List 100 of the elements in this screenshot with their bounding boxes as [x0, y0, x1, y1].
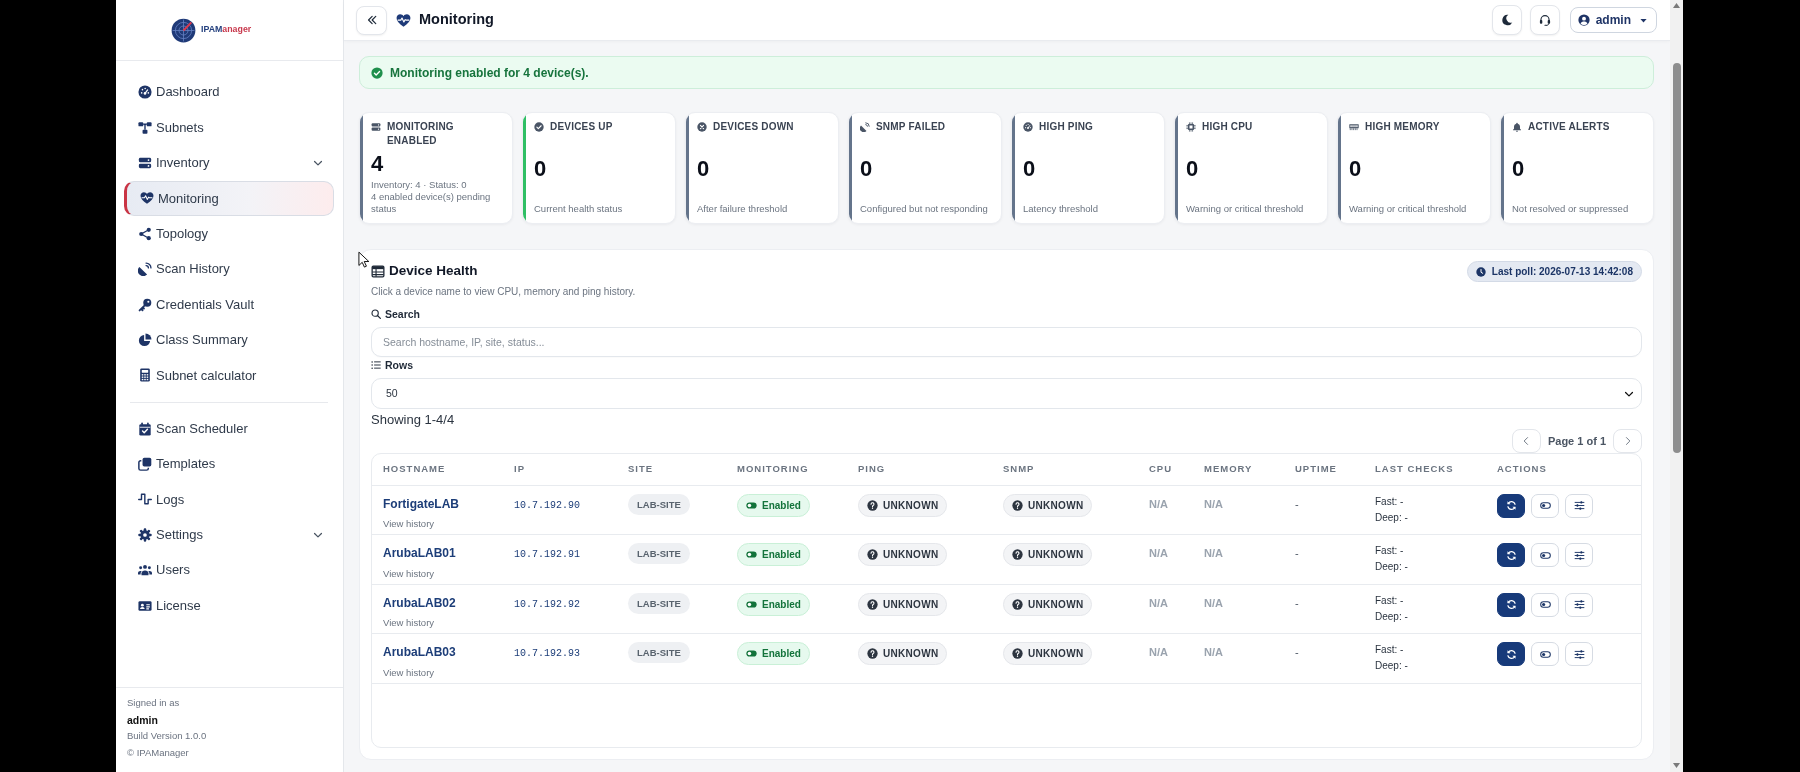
sidebar-item[interactable]: Logs: [124, 481, 334, 518]
settings-button[interactable]: [1565, 592, 1593, 617]
last-check-text: Deep: -: [1375, 609, 1409, 624]
stat-note: Current health status: [534, 203, 624, 215]
sidebar-item[interactable]: Users: [124, 552, 334, 588]
stat-value: 0: [1349, 157, 1362, 180]
stat-value: 0: [534, 157, 547, 180]
column-header: SNMP: [992, 454, 1138, 485]
scrollbar-track[interactable]: [1670, 0, 1683, 772]
toggle-on-icon: [746, 598, 757, 610]
stat-label: ACTIVE ALERTS: [1528, 120, 1610, 134]
toggle-on-icon: [746, 499, 757, 511]
panel-title: Device Health: [389, 262, 478, 281]
settings-button[interactable]: [1565, 543, 1593, 567]
site-tag: LAB-SITE: [628, 642, 690, 663]
site-tag: LAB-SITE: [628, 543, 690, 564]
copy-icon: [138, 457, 152, 471]
sidebar-item[interactable]: Templates: [124, 446, 334, 482]
ip-address: 10.7.192.90: [514, 499, 580, 511]
refresh-button[interactable]: [1497, 642, 1525, 666]
logo-text: IPAManager: [201, 23, 252, 37]
moon-icon: [1500, 14, 1513, 26]
site-tag: LAB-SITE: [628, 592, 690, 614]
server-icon: [371, 122, 381, 132]
sidebar-item[interactable]: Inventory: [124, 145, 334, 181]
last-check-text: Fast: -: [1375, 643, 1405, 657]
column-header: UPTIME: [1284, 454, 1364, 485]
sidebar-item[interactable]: Class Summary: [124, 322, 334, 358]
ping-status-text: UNKNOWN: [883, 498, 939, 513]
stat-value: 0: [860, 157, 873, 180]
showing-count: Showing 1-4/4: [371, 411, 456, 429]
settings-button[interactable]: [1565, 493, 1593, 518]
monitoring-status-text: Enabled: [762, 597, 801, 612]
cpu-value: N/A: [1149, 497, 1168, 510]
hostname-link[interactable]: ArubaLAB03: [383, 644, 456, 660]
satellite-dish-icon: [138, 262, 152, 277]
square-wave-icon: [138, 492, 152, 507]
snmp-status-text: UNKNOWN: [1028, 597, 1084, 612]
hostname-link[interactable]: FortigateLAB: [383, 495, 459, 512]
collapse-sidebar-button[interactable]: [356, 5, 387, 35]
hostname-link[interactable]: ArubaLAB02: [383, 594, 456, 611]
search-field[interactable]: Search hostname, IP, site, status...: [371, 327, 1642, 357]
share-nodes-icon: [138, 226, 152, 241]
view-history-link[interactable]: View history: [383, 566, 435, 581]
monitoring-status-text: Enabled: [762, 498, 801, 513]
toggle-icon: [1539, 549, 1551, 561]
user-menu-button[interactable]: admin: [1569, 7, 1657, 33]
last-check-text: Fast: -: [1375, 593, 1405, 608]
question-circle-icon: [867, 499, 878, 511]
refresh-icon: [1505, 500, 1517, 511]
view-history-link[interactable]: View history: [383, 665, 435, 680]
column-header: LAST CHECKS: [1364, 454, 1486, 485]
theme-toggle-button[interactable]: [1491, 5, 1522, 35]
hostname-link[interactable]: ArubaLAB01: [383, 545, 456, 561]
toggle-monitoring-button[interactable]: [1531, 543, 1559, 567]
refresh-button[interactable]: [1497, 543, 1525, 567]
stat-label: MONITORING ENABLED: [387, 120, 455, 148]
sidebar-item[interactable]: Topology: [124, 216, 334, 252]
sidebar-item[interactable]: Scan History: [124, 251, 334, 287]
scrollbar-thumb[interactable]: [1672, 63, 1681, 453]
check-circle-icon: [371, 66, 383, 79]
toggle-icon: [1539, 500, 1551, 511]
sidebar-item[interactable]: Credentials Vault: [124, 286, 334, 323]
sidebar-item[interactable]: Monitoring: [124, 180, 334, 217]
sliders-icon: [1573, 648, 1585, 660]
ip-address: 10.7.192.93: [514, 648, 580, 659]
refresh-icon: [1505, 599, 1517, 610]
refresh-button[interactable]: [1497, 592, 1525, 617]
site-tag: LAB-SITE: [628, 493, 690, 515]
sidebar-item[interactable]: Scan Scheduler: [124, 410, 334, 447]
view-history-link[interactable]: View history: [383, 616, 435, 630]
question-circle-icon: [1012, 648, 1023, 659]
sidebar-item[interactable]: Subnet calculator: [124, 357, 334, 393]
monitoring-status-text: Enabled: [762, 647, 801, 661]
sidebar-item[interactable]: License: [124, 587, 334, 624]
refresh-button[interactable]: [1497, 493, 1525, 518]
stat-note: Warning or critical threshold: [1186, 203, 1305, 215]
settings-button[interactable]: [1565, 642, 1593, 666]
sidebar-item[interactable]: Settings: [124, 517, 334, 553]
calculator-icon: [138, 368, 152, 383]
ping-status-text: UNKNOWN: [883, 597, 939, 612]
view-history-link[interactable]: View history: [383, 517, 435, 531]
memory-value: N/A: [1204, 547, 1223, 559]
question-circle-icon: [867, 648, 878, 659]
toggle-monitoring-button[interactable]: [1531, 592, 1559, 617]
page-indicator: Page 1 of 1: [1547, 433, 1606, 449]
question-circle-icon: [1012, 499, 1023, 511]
toggle-monitoring-button[interactable]: [1531, 642, 1559, 666]
toggle-monitoring-button[interactable]: [1531, 493, 1559, 518]
sidebar-item[interactable]: Dashboard: [124, 74, 334, 110]
list-icon: [371, 360, 381, 370]
toggle-on-icon: [746, 549, 757, 560]
stat-label: DEVICES DOWN: [713, 120, 794, 134]
uptime-value: -: [1295, 646, 1299, 658]
users-icon: [138, 563, 152, 578]
uptime-value: -: [1295, 547, 1299, 559]
sidebar-item[interactable]: Subnets: [124, 109, 334, 146]
search-icon: [371, 309, 381, 319]
rows-select[interactable]: 50: [371, 378, 1642, 409]
support-button[interactable]: [1529, 5, 1560, 35]
